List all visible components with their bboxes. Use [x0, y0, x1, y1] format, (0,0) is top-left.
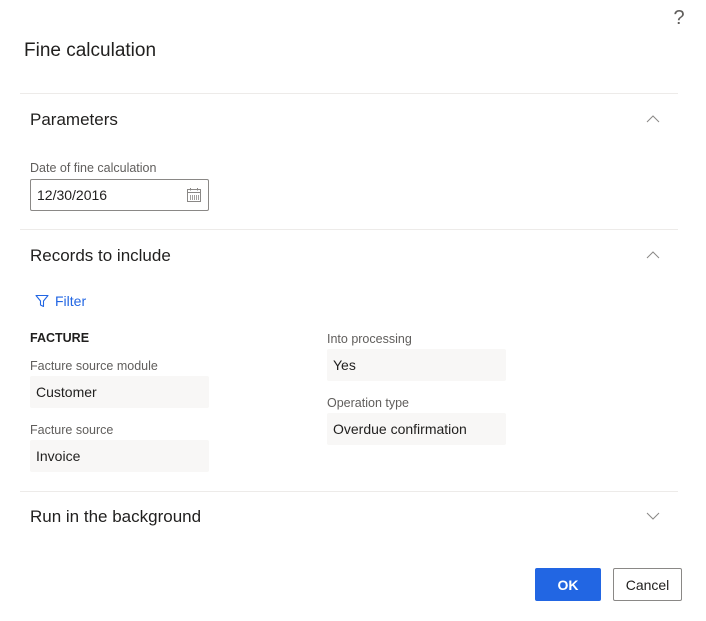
calendar-icon[interactable]	[186, 187, 202, 203]
section-title: Records to include	[30, 246, 171, 265]
into-processing-field: Yes	[327, 349, 506, 381]
facture-source-label: Facture source	[30, 423, 114, 437]
operation-type-label: Operation type	[327, 396, 409, 410]
date-label: Date of fine calculation	[30, 161, 157, 175]
date-value: 12/30/2016	[37, 187, 108, 203]
parameters-section-header[interactable]: Parameters	[20, 102, 678, 138]
records-section-header[interactable]: Records to include	[20, 238, 678, 274]
facture-source-module-field: Customer	[30, 376, 209, 408]
facture-source-field: Invoice	[30, 440, 209, 472]
chevron-up-icon	[646, 251, 660, 259]
filter-button[interactable]: Filter	[35, 291, 86, 311]
filter-icon	[35, 294, 49, 308]
facture-group-label: FACTURE	[30, 331, 90, 345]
section-title: Parameters	[30, 110, 118, 129]
facture-source-value: Invoice	[36, 448, 81, 464]
operation-type-field: Overdue confirmation	[327, 413, 506, 445]
section-title: Run in the background	[30, 507, 202, 526]
cancel-button[interactable]: Cancel	[613, 568, 682, 601]
chevron-up-icon	[646, 115, 660, 123]
facture-source-module-label: Facture source module	[30, 359, 158, 373]
operation-type-value: Overdue confirmation	[333, 421, 467, 437]
filter-label: Filter	[55, 293, 87, 309]
into-processing-label: Into processing	[327, 332, 412, 346]
help-icon[interactable]: ?	[670, 6, 688, 30]
chevron-down-icon	[646, 512, 660, 520]
dialog-title: Fine calculation	[24, 40, 157, 61]
divider	[20, 93, 678, 94]
divider	[20, 229, 678, 230]
facture-source-module-value: Customer	[36, 384, 97, 400]
date-of-fine-calculation-input[interactable]: 12/30/2016	[30, 179, 209, 211]
ok-button[interactable]: OK	[535, 568, 601, 601]
into-processing-value: Yes	[333, 357, 356, 373]
background-section-header[interactable]: Run in the background	[20, 499, 678, 535]
divider	[20, 491, 678, 492]
